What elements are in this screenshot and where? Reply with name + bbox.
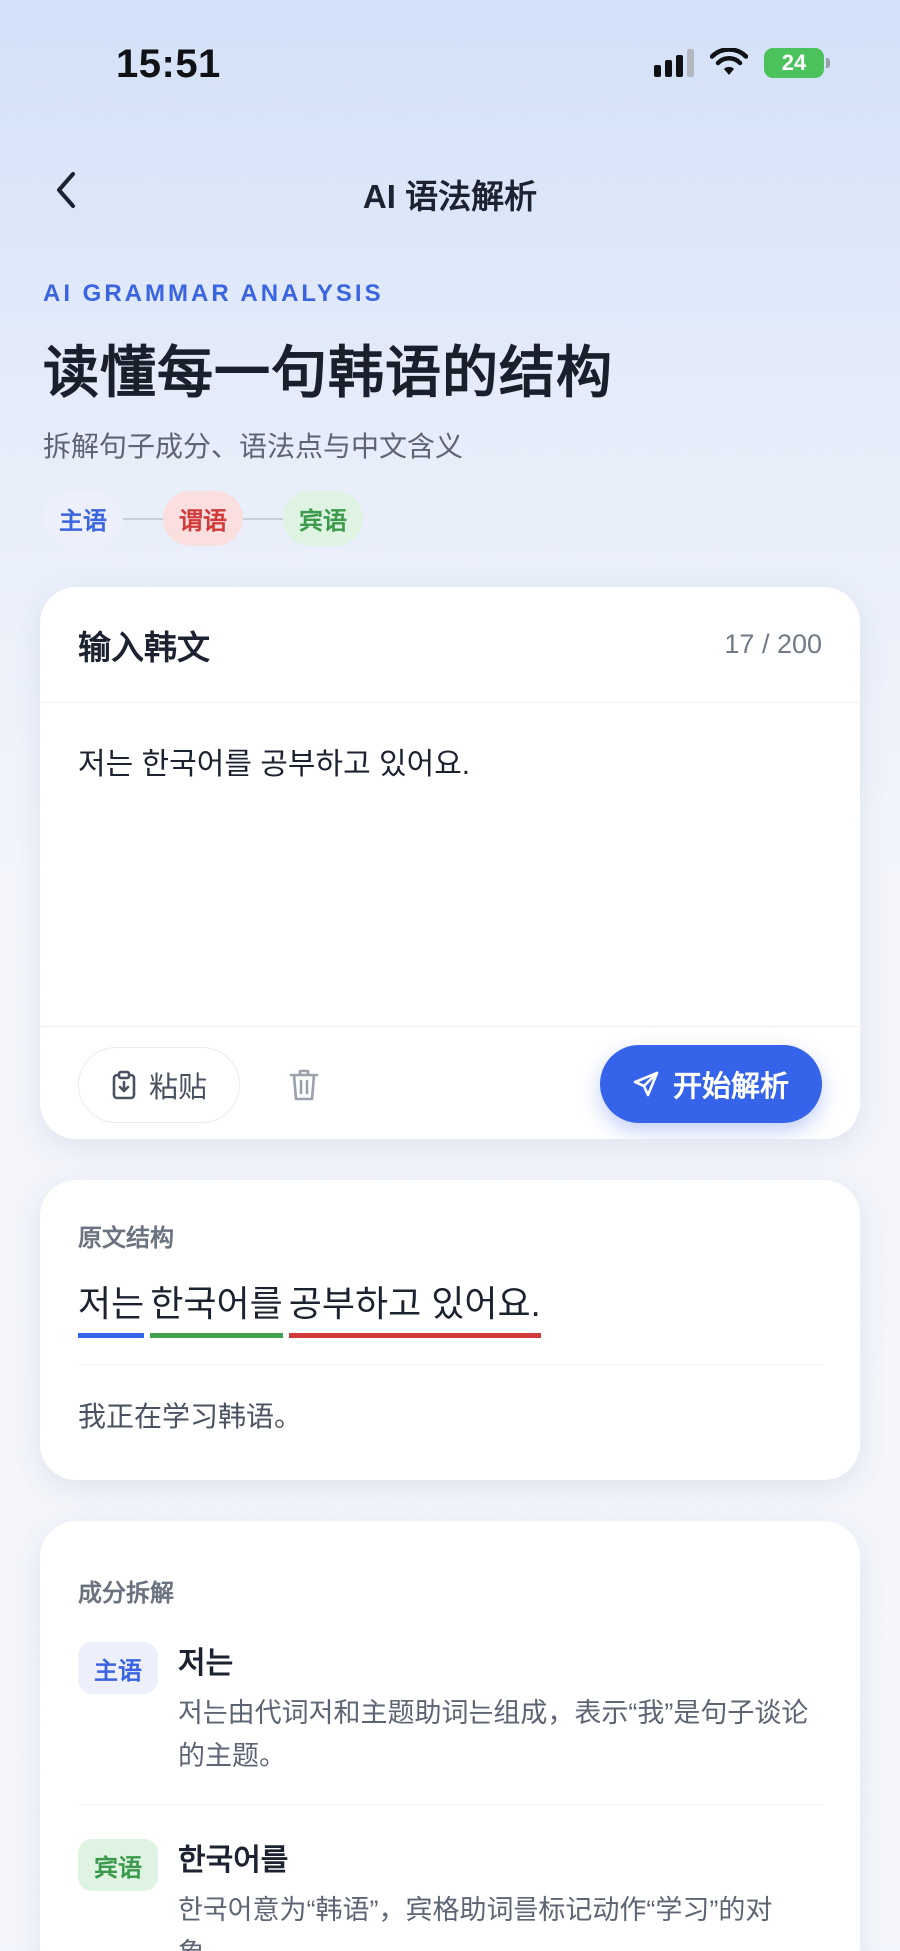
item-description: 한국어意为“韩语”，宾格助词를标记动作“学习”的对象。 [178,1895,773,1951]
hero-eyebrow: AI GRAMMAR ANALYSIS [43,280,384,307]
legend-object-chip: 宾语 [283,491,363,546]
breakdown-card: 成分拆解 主语 저는 저는由代词저和主题助词는组成，表示“我”是句子谈论的主题。… [40,1521,860,1951]
legend-connector [123,517,163,520]
object-badge: 宾语 [78,1839,158,1891]
translation-text: 我正在学习韩语。 [78,1401,303,1432]
hero-title: 读懂每一句韩语的结构 [43,341,613,404]
battery-icon: 24 [764,48,830,78]
legend-subject-chip: 主语 [43,491,123,546]
clipboard-icon [112,1070,136,1100]
input-card: 输入韩文 17 / 200 저는 한국어를 공부하고 있어요. 粘贴 开始解析 [40,587,860,1139]
item-description: 저는由代词저和主题助词는组成，表示“我”是句子谈论的主题。 [178,1698,809,1771]
cellular-signal-icon [654,49,694,77]
battery-level: 24 [781,50,807,75]
clear-button[interactable] [276,1057,332,1113]
paste-button-label: 粘贴 [148,1072,207,1104]
send-icon [633,1071,659,1097]
subject-segment: 저는 [78,1275,145,1338]
hero-subtitle: 拆解句子成分、语法点与中文含义 [43,431,464,462]
start-analysis-label: 开始解析 [672,1071,789,1103]
breakdown-card-label: 成分拆解 [78,1580,174,1607]
nav-bar: AI 语法解析 [0,150,900,230]
page-title: AI 语法解析 [362,178,538,215]
object-segment: 한국어를 [150,1275,283,1338]
paste-button[interactable]: 粘贴 [78,1047,240,1123]
input-actions: 粘贴 开始解析 [40,1027,860,1139]
input-card-header: 输入韩文 17 / 200 [40,587,860,703]
structure-card: 原文结构 저는 한국어를 공부하고 있어요. 我正在学习韩语。 [40,1180,860,1480]
list-item: 主语 저는 저는由代词저和主题助词는组成，表示“我”是句子谈论的主题。 [78,1608,822,1804]
status-icons: 24 [654,48,830,78]
component-legend: 主语 谓语 宾语 [43,491,863,546]
status-time: 15:51 [116,42,221,86]
hero-section: AI GRAMMAR ANALYSIS 读懂每一句韩语的结构 拆解句子成分、语法… [43,280,863,546]
wifi-icon [710,48,748,75]
korean-text-input[interactable]: 저는 한국어를 공부하고 있어요. [40,703,860,1027]
item-word: 한국어를 [178,1844,289,1877]
annotated-sentence: 저는 한국어를 공부하고 있어요. [78,1275,822,1338]
status-bar: 15:51 24 [0,0,900,130]
start-analysis-button[interactable]: 开始解析 [600,1045,822,1123]
predicate-segment: 공부하고 있어요. [288,1275,541,1338]
structure-card-label: 原文结构 [78,1225,174,1252]
item-word: 저는 [178,1647,234,1680]
list-item: 宾语 한국어를 한국어意为“韩语”，宾格助词를标记动作“学习”的对象。 [78,1804,822,1951]
subject-badge: 主语 [78,1642,158,1694]
trash-icon [289,1069,319,1101]
legend-connector [243,517,283,520]
legend-predicate-chip: 谓语 [163,491,243,546]
input-card-title: 输入韩文 [78,628,210,666]
character-counter: 17 / 200 [724,629,822,659]
